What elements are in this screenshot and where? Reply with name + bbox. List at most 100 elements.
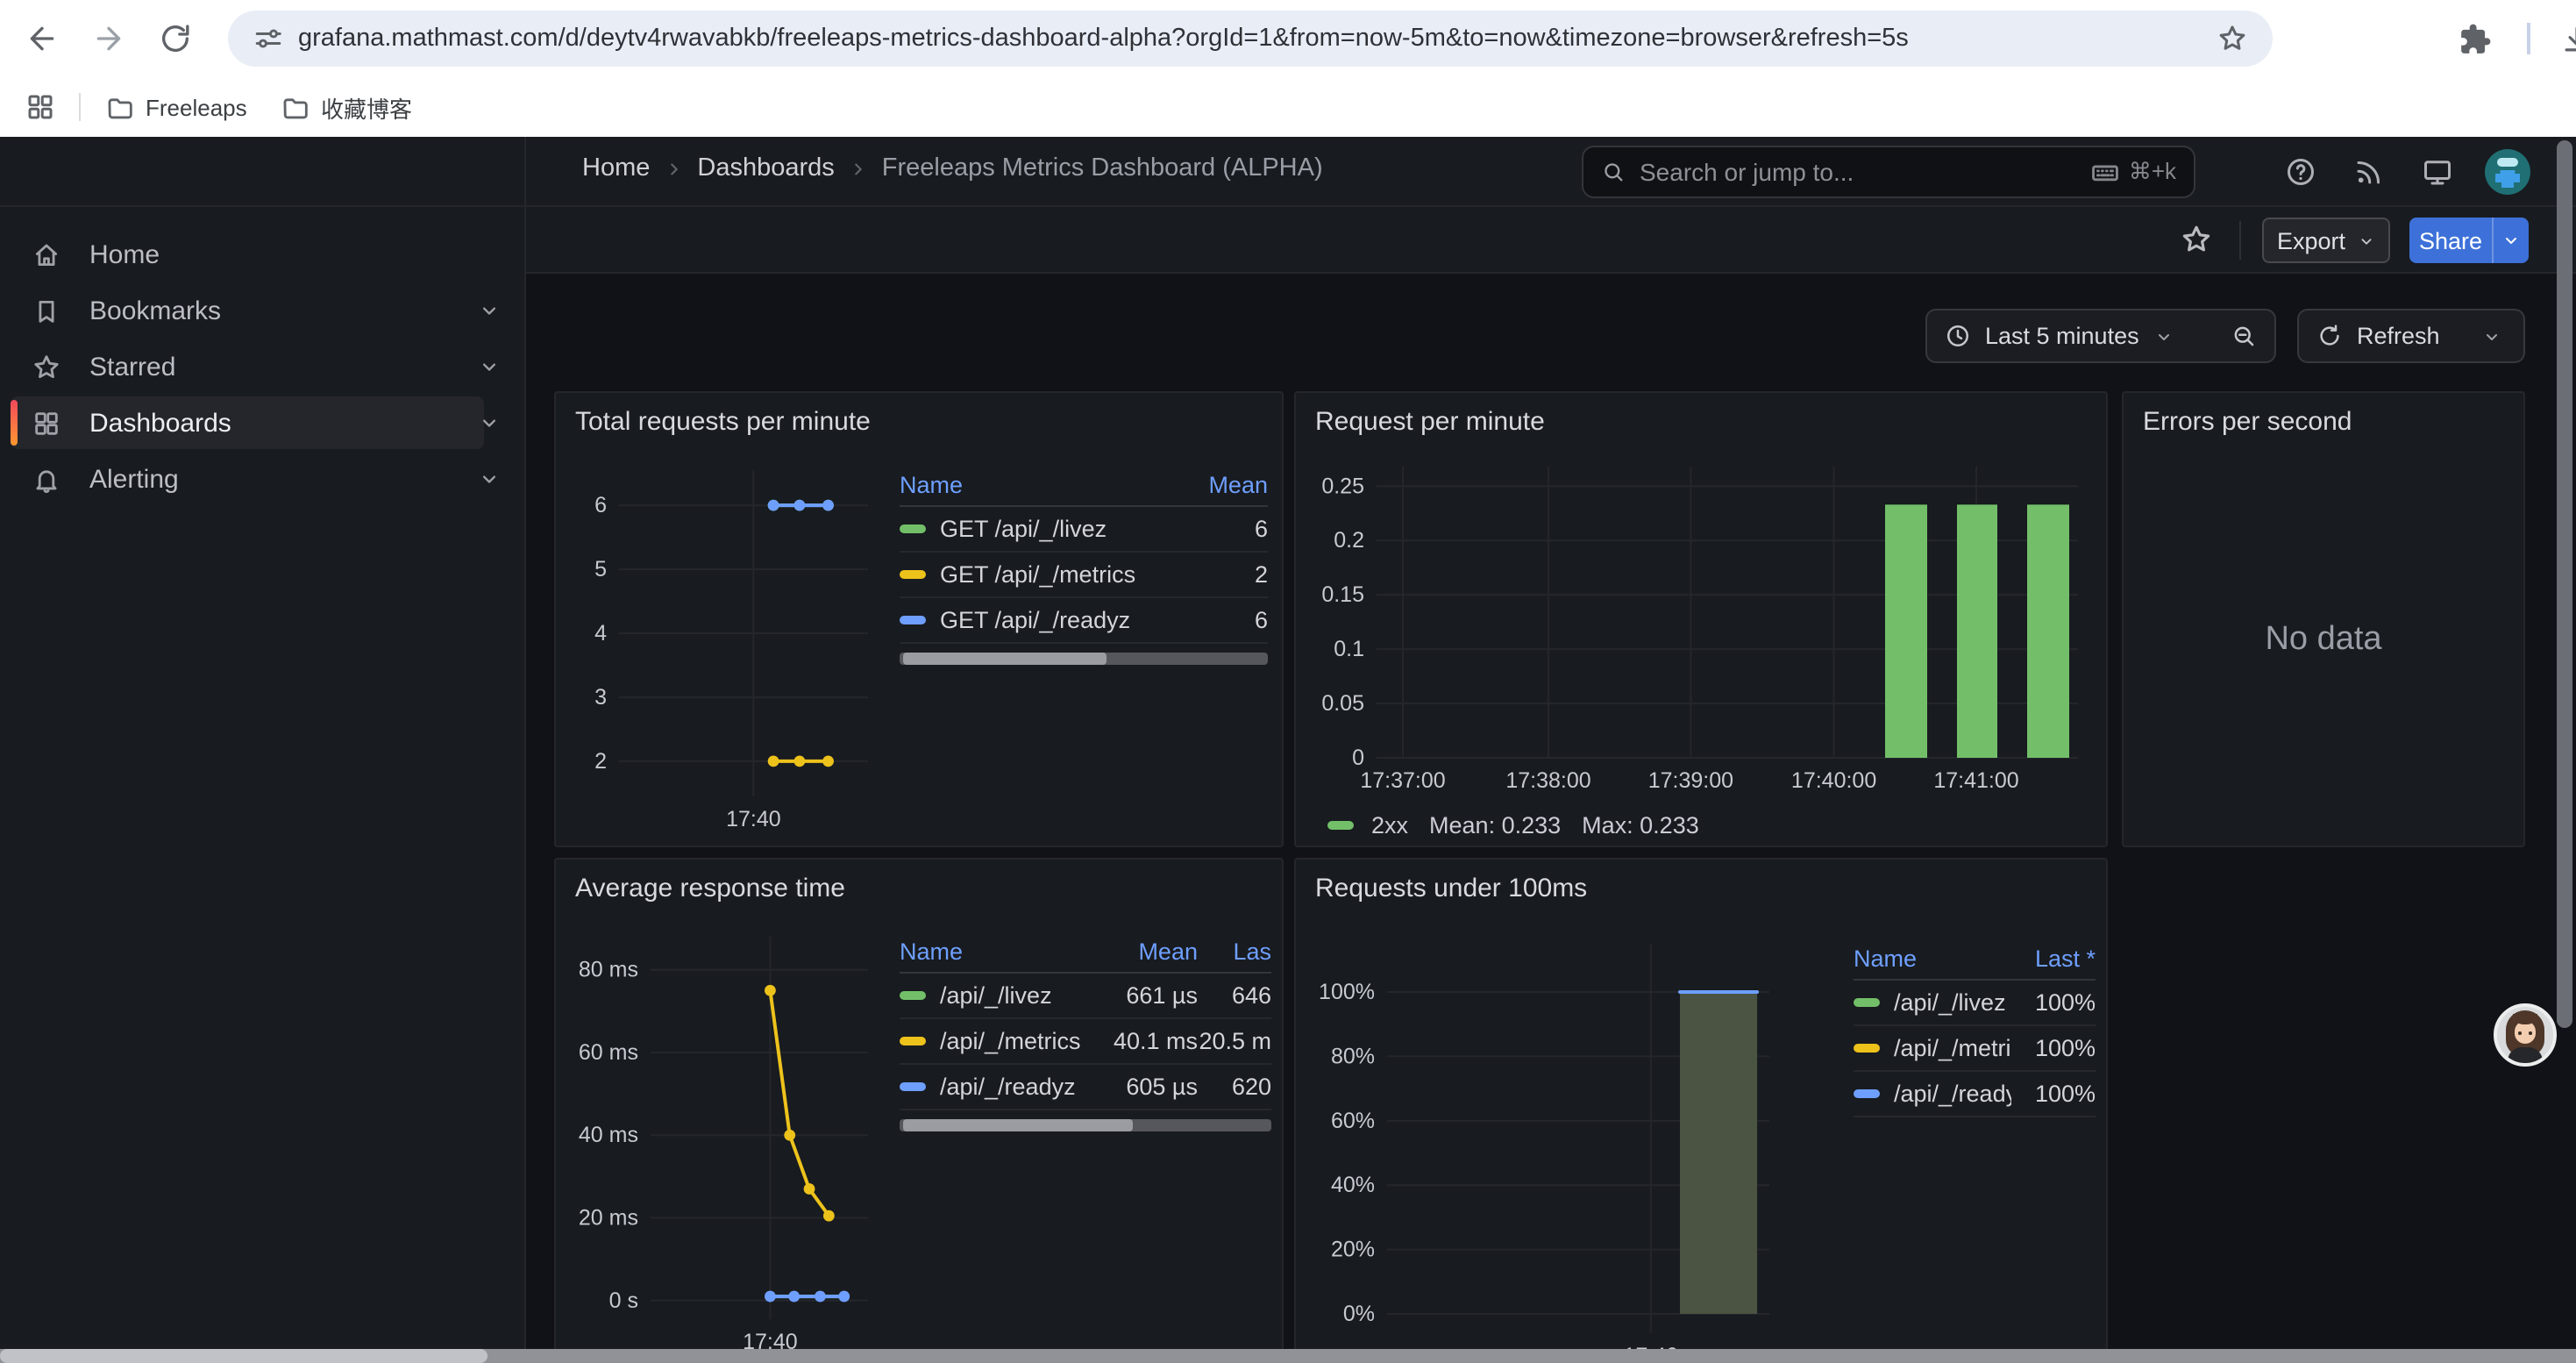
legend-table-row[interactable]: GET /api/_/livez6 xyxy=(900,507,1268,553)
zoom-out-button[interactable] xyxy=(2211,309,2276,363)
legend-pill xyxy=(1327,821,1354,830)
chevron-down-icon[interactable] xyxy=(477,354,502,379)
sidebar-item-label: Home xyxy=(89,239,160,269)
panel-title[interactable]: Requests under 100ms xyxy=(1315,874,1587,903)
apps-grid-icon[interactable] xyxy=(25,91,56,123)
panel-total-requests: Total requests per minute 6543217:40 Nam… xyxy=(554,391,1284,847)
sidebar-item-label: Alerting xyxy=(89,464,179,494)
column-header[interactable]: Name xyxy=(1854,945,2011,971)
series-name: /api/_/readyz xyxy=(1894,1081,2011,1107)
table-scrollbar-thumb[interactable] xyxy=(903,1119,1134,1131)
chevron-down-icon xyxy=(2481,325,2502,346)
sidebar-item-dashboards[interactable]: Dashboards xyxy=(11,396,484,449)
keyboard-icon xyxy=(2090,157,2120,187)
url-bar[interactable]: grafana.mathmast.com/d/deytv4rwavabkb/fr… xyxy=(228,11,2273,67)
export-button[interactable]: Export xyxy=(2262,218,2390,263)
column-header[interactable]: Mean xyxy=(1180,471,1268,497)
breadcrumb-item[interactable]: Dashboards xyxy=(697,154,834,182)
svg-text:4: 4 xyxy=(594,621,607,646)
legend-table-row[interactable]: /api/_/livez661 µs646 xyxy=(900,974,1271,1019)
forward-icon[interactable] xyxy=(91,21,126,56)
screen: grafana.mathmast.com/d/deytv4rwavabkb/fr… xyxy=(0,0,2576,1363)
svg-text:60 ms: 60 ms xyxy=(579,1040,638,1065)
sidebar-item-alerting[interactable]: Alerting xyxy=(11,453,484,505)
legend-table-row[interactable]: /api/_/readyz100% xyxy=(1854,1072,2096,1117)
user-avatar[interactable] xyxy=(2485,149,2530,195)
legend-table-row[interactable]: GET /api/_/readyz6 xyxy=(900,598,1268,644)
panel-title[interactable]: Errors per second xyxy=(2143,407,2352,437)
avatar-eye xyxy=(2529,1031,2532,1035)
legend-series-name: 2xx xyxy=(1371,812,1408,838)
bookmark-star-icon[interactable] xyxy=(2217,23,2248,54)
breadcrumb-separator-icon xyxy=(662,157,685,180)
legend-table-row[interactable]: GET /api/_/metrics2 xyxy=(900,553,1268,598)
panel-title[interactable]: Total requests per minute xyxy=(575,407,871,437)
refresh-interval-button[interactable] xyxy=(2460,309,2525,363)
panel-title[interactable]: Average response time xyxy=(575,874,845,903)
nav-sidebar: Home Bookmarks Starred Dashboards Alerting xyxy=(0,207,526,1363)
kiosk-icon[interactable] xyxy=(2422,156,2453,188)
series-color-pill xyxy=(1854,1044,1880,1053)
column-header[interactable]: Name xyxy=(900,938,1096,964)
help-icon[interactable] xyxy=(2285,156,2316,188)
svg-text:20%: 20% xyxy=(1331,1238,1375,1262)
legend-table-row[interactable]: /api/_/livez100% xyxy=(1854,981,2096,1026)
panel-title[interactable]: Request per minute xyxy=(1315,407,1545,437)
request-per-minute-chart[interactable]: 0.250.20.150.10.05017:37:0017:38:0017:39… xyxy=(1310,453,2096,796)
subheader-divider xyxy=(2239,221,2241,260)
downloads-icon[interactable] xyxy=(2560,22,2576,55)
bookmark-freeleaps[interactable]: Freeleaps xyxy=(105,89,247,125)
search-icon xyxy=(1601,160,1626,184)
average-response-time-chart[interactable]: 80 ms60 ms40 ms20 ms0 s17:40 xyxy=(570,923,879,1358)
series-name: /api/_/livez xyxy=(940,982,1052,1009)
requests-under-100ms-chart[interactable]: 100%80%60%40%20%0%17:40 xyxy=(1310,933,1787,1363)
vertical-scrollbar[interactable] xyxy=(2557,140,2572,1028)
search-input[interactable]: Search or jump to... ⌘+k xyxy=(1582,146,2195,198)
series-name: GET /api/_/livez xyxy=(940,516,1107,542)
bookmark-favorites[interactable]: 收藏博客 xyxy=(281,89,412,125)
share-menu-button[interactable] xyxy=(2492,218,2529,263)
table-scrollbar-thumb[interactable] xyxy=(903,653,1106,665)
column-header[interactable]: Las xyxy=(1198,938,1271,964)
sidebar-item-starred[interactable]: Starred xyxy=(11,340,484,393)
news-icon[interactable] xyxy=(2353,156,2385,188)
sidebar-item-home[interactable]: Home xyxy=(11,228,484,281)
reload-icon[interactable] xyxy=(158,21,193,56)
svg-text:2: 2 xyxy=(594,749,607,774)
table-scrollbar[interactable] xyxy=(900,1119,1271,1131)
site-settings-icon[interactable] xyxy=(253,23,284,54)
time-range-picker[interactable]: Last 5 minutes xyxy=(1925,309,2213,363)
chevron-down-icon[interactable] xyxy=(477,298,502,323)
chevron-down-icon xyxy=(2356,231,2375,250)
chevron-down-icon[interactable] xyxy=(477,467,502,491)
url-text[interactable]: grafana.mathmast.com/d/deytv4rwavabkb/fr… xyxy=(298,25,1909,53)
column-header[interactable]: Mean xyxy=(1096,938,1198,964)
table-scrollbar[interactable] xyxy=(900,653,1268,665)
legend-table-row[interactable]: /api/_/metrics100% xyxy=(1854,1026,2096,1072)
horizontal-scrollbar[interactable] xyxy=(0,1349,2576,1363)
refresh-button[interactable]: Refresh xyxy=(2297,309,2462,363)
series-name: /api/_/readyz xyxy=(940,1074,1076,1100)
series-name: GET /api/_/metrics xyxy=(940,561,1135,588)
back-icon[interactable] xyxy=(25,21,60,56)
legend-table-row[interactable]: /api/_/metrics40.1 ms20.5 m xyxy=(900,1019,1271,1065)
breadcrumb-item[interactable]: Home xyxy=(582,154,650,182)
sidebar-item-label: Starred xyxy=(89,352,175,382)
assistant-avatar[interactable] xyxy=(2494,1003,2557,1067)
total-requests-chart[interactable]: 6543217:40 xyxy=(570,456,879,835)
panel-errors-per-second: Errors per second No data xyxy=(2122,391,2525,847)
share-button[interactable]: Share xyxy=(2409,218,2492,263)
series-color-pill xyxy=(900,570,926,579)
column-header[interactable]: Last * xyxy=(2011,945,2096,971)
column-header[interactable]: Name xyxy=(900,471,1180,497)
svg-text:0.05: 0.05 xyxy=(1321,691,1364,716)
favorite-dashboard-icon[interactable] xyxy=(2180,223,2213,256)
extensions-icon[interactable] xyxy=(2459,22,2492,55)
svg-text:80 ms: 80 ms xyxy=(579,958,638,982)
series-color-pill xyxy=(900,525,926,533)
horizontal-scrollbar-thumb[interactable] xyxy=(0,1349,487,1363)
legend-table-row[interactable]: /api/_/readyz605 µs620 xyxy=(900,1065,1271,1110)
chart-legend[interactable]: 2xx Mean: 0.233 Max: 0.233 xyxy=(1327,812,1699,838)
sidebar-item-bookmarks[interactable]: Bookmarks xyxy=(11,284,484,337)
chevron-down-icon[interactable] xyxy=(477,410,502,435)
